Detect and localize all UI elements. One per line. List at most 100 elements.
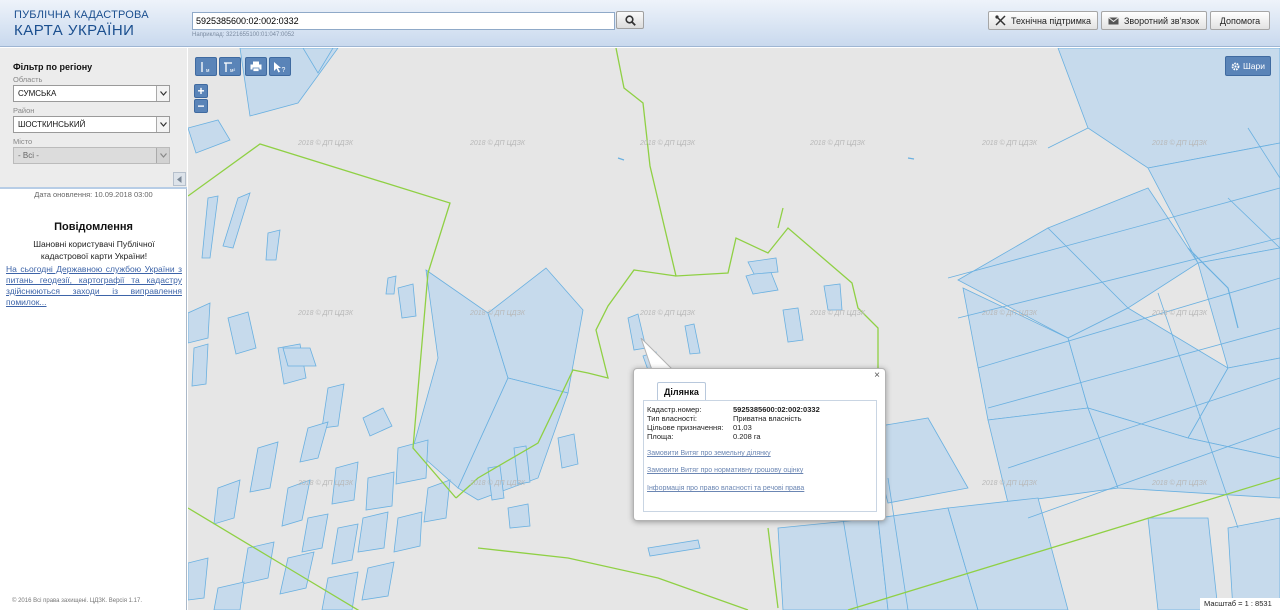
parcel[interactable] [747,257,779,275]
parcel[interactable] [299,421,329,463]
parcel[interactable] [1197,247,1280,369]
row-key: Кадастр.номер: [647,405,702,414]
logo-line-1: ПУБЛІЧНА КАДАСТРОВА [14,9,149,21]
city-value: - Всі - [18,151,39,160]
parcel[interactable] [188,557,209,601]
parcel[interactable] [282,347,317,367]
measure-area-button[interactable]: м² [219,57,241,76]
district-value: ШОСТКИНСЬКИЙ [18,120,86,129]
parcel[interactable] [365,471,395,511]
parcel[interactable] [1147,517,1219,610]
chevron-down-icon [156,86,169,101]
parcel[interactable] [684,323,701,355]
watermark: 2018 © ДП ЦДЗК [810,140,866,147]
region-select[interactable]: СУМСЬКА [13,85,170,102]
search-button[interactable] [616,11,644,29]
svg-text:м: м [206,68,210,73]
measure-distance-icon: м [201,61,210,73]
ownership-info-link[interactable]: Інформація про право власності та речові… [647,485,804,492]
feedback-button[interactable]: Зворотний зв'язок [1101,11,1207,30]
parcel[interactable] [249,441,279,493]
parcel[interactable] [385,275,397,295]
parcel[interactable] [361,561,395,601]
parcel[interactable] [188,302,211,344]
order-parcel-extract-link[interactable]: Замовити Витяг про земельну ділянку [647,450,771,457]
parcel[interactable] [393,511,423,553]
parcel-cadastral-row: Кадастр.номер: 5925385600:02:002:0332 [647,405,820,414]
panel-divider [0,187,187,189]
watermark: 2018 © ДП ЦДЗК [470,140,526,147]
parcel[interactable] [395,439,429,485]
identify-button[interactable]: ? [269,57,291,76]
identify-icon: ? [274,61,286,73]
parcel[interactable] [213,479,241,525]
watermark: 2018 © ДП ЦДЗК [810,310,866,317]
parcel[interactable] [331,523,359,565]
parcel[interactable] [507,503,531,529]
measure-distance-button[interactable]: м [195,57,217,76]
feedback-label: Зворотний зв'язок [1124,15,1200,26]
parcel[interactable] [222,192,251,249]
print-button[interactable] [245,57,267,76]
left-panel: Фільтр по регіону Область СУМСЬКА Район … [0,48,187,610]
gear-icon [1231,62,1240,71]
search-icon [624,14,636,26]
parcel[interactable] [357,511,389,553]
watermark: 2018 © ДП ЦДЗК [640,140,696,147]
scale-readout: Масштаб = 1 : 8531 [1200,598,1280,610]
watermark: 2018 © ДП ЦДЗК [298,140,354,147]
notice-link[interactable]: На сьогодні Державною службою України з … [6,264,182,308]
zoom-out-button[interactable]: − [194,99,208,113]
row-key: Площа: [647,432,674,441]
notice-text: Шановні користувачі Публічної кадастрово… [33,239,155,261]
watermark: 2018 © ДП ЦДЗК [1152,140,1208,147]
row-value: 0.208 га [733,432,761,441]
row-value: 5925385600:02:002:0332 [733,405,820,414]
parcel[interactable] [301,513,329,553]
tech-support-label: Технічна підтримка [1011,15,1092,26]
parcel[interactable] [241,541,275,585]
chevron-left-icon [177,175,182,183]
layers-button[interactable]: Шари [1225,56,1271,76]
app-root: ПУБЛІЧНА КАДАСТРОВА КАРТА УКРАЇНИ Наприк… [0,0,1280,610]
search-hint: Наприклад: 3221655100:01:047:0052 [192,32,295,38]
parcel[interactable] [823,283,843,311]
parcel[interactable] [362,407,393,437]
logo[interactable]: ПУБЛІЧНА КАДАСТРОВА КАРТА УКРАЇНИ [14,9,149,39]
parcel[interactable] [1227,517,1280,610]
map-canvas[interactable] [188,48,1280,610]
region-label: Область [13,75,43,84]
tech-support-button[interactable]: Технічна підтримка [988,11,1098,30]
zoom-in-button[interactable]: + [194,84,208,98]
parcel[interactable] [201,195,219,259]
search-input[interactable] [192,12,615,30]
parcel-info: Кадастр.номер: 5925385600:02:002:0332 Тип… [643,400,877,512]
collapse-panel-button[interactable] [173,172,186,186]
parcel[interactable] [557,433,579,469]
parcel[interactable] [191,343,209,387]
parcel[interactable] [188,119,231,154]
close-icon[interactable]: × [874,371,880,381]
parcel[interactable] [227,311,257,355]
watermark: 2018 © ДП ЦДЗК [298,310,354,317]
parcel[interactable] [265,229,281,261]
parcel-purpose-row: Цільове призначення: 01.03 [647,423,752,432]
notice-title: Повідомлення [54,221,133,233]
help-button[interactable]: Допомога [1210,11,1270,30]
parcel[interactable] [213,581,245,610]
district-select[interactable]: ШОСТКИНСЬКИЙ [13,116,170,133]
popup-pointer [640,338,675,371]
parcel[interactable] [777,517,889,610]
parcel[interactable] [397,283,417,319]
search-area: Наприклад: 3221655100:01:047:0052 [192,11,644,38]
order-valuation-extract-link[interactable]: Замовити Витяг про нормативну грошову оц… [647,467,803,474]
envelope-icon [1108,16,1119,25]
parcel-ownership-row: Тип власності: Приватна власність [647,414,802,423]
map-view[interactable]: 2018 © ДП ЦДЗК 2018 © ДП ЦДЗК 2018 © ДП … [188,48,1280,610]
city-select[interactable]: - Всі - [13,147,170,164]
watermark: 2018 © ДП ЦДЗК [298,480,354,487]
parcel[interactable] [782,307,804,343]
parcel[interactable] [321,383,345,429]
parcel[interactable] [647,539,701,557]
tab-parcel[interactable]: Ділянка [657,382,706,400]
